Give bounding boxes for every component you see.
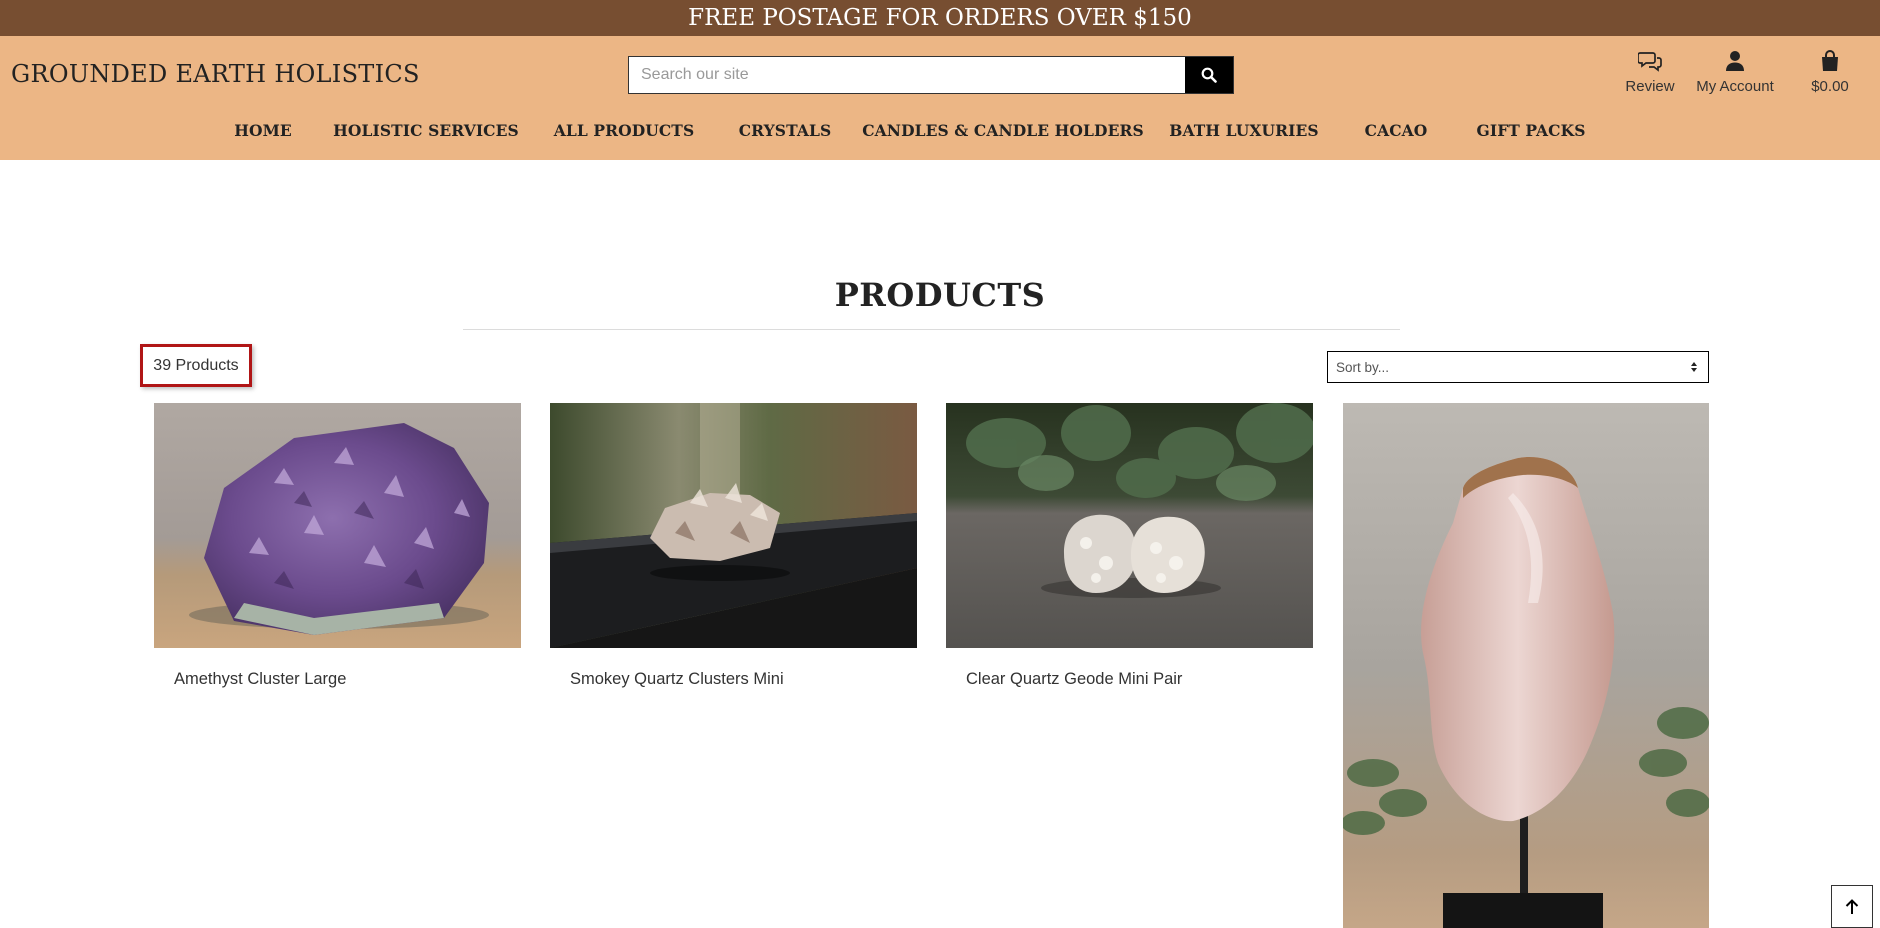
main-nav: HOME HOLISTIC SERVICES ALL PRODUCTS CRYS… bbox=[0, 121, 1880, 151]
nav-cacao[interactable]: CACAO bbox=[1365, 121, 1428, 140]
site-logo[interactable]: GROUNDED EARTH HOLISTICS bbox=[11, 60, 420, 88]
review-label: Review bbox=[1625, 78, 1675, 95]
product-image-amethyst[interactable] bbox=[154, 403, 521, 648]
site-header: GROUNDED EARTH HOLISTICS Review My Accou… bbox=[0, 36, 1880, 160]
back-to-top-button[interactable] bbox=[1831, 885, 1873, 928]
sort-selected-value: Sort by... bbox=[1336, 359, 1390, 375]
arrow-up-icon bbox=[1845, 898, 1859, 914]
product-image-clear-quartz-geode[interactable] bbox=[946, 403, 1313, 648]
account-link[interactable]: My Account bbox=[1685, 50, 1785, 95]
shopping-bag-icon bbox=[1822, 50, 1838, 71]
nav-gift-packs[interactable]: GIFT PACKS bbox=[1477, 121, 1586, 140]
product-count: 39 Products bbox=[140, 344, 252, 387]
product-name[interactable]: Clear Quartz Geode Mini Pair bbox=[946, 670, 1313, 689]
announcement-text: FREE POSTAGE FOR ORDERS OVER $150 bbox=[688, 5, 1192, 31]
review-link[interactable]: Review bbox=[1618, 50, 1682, 95]
account-label: My Account bbox=[1696, 78, 1774, 95]
nav-crystals[interactable]: CRYSTALS bbox=[739, 121, 832, 140]
product-name[interactable]: Amethyst Cluster Large bbox=[154, 670, 521, 689]
search-button[interactable] bbox=[1185, 57, 1233, 93]
product-card[interactable]: Smokey Quartz Clusters Mini bbox=[550, 403, 917, 689]
search-form bbox=[628, 56, 1234, 94]
nav-bath-luxuries[interactable]: BATH LUXURIES bbox=[1169, 121, 1318, 140]
announcement-bar: FREE POSTAGE FOR ORDERS OVER $150 bbox=[0, 0, 1880, 36]
product-name[interactable]: Smokey Quartz Clusters Mini bbox=[550, 670, 917, 689]
title-divider bbox=[463, 329, 1400, 330]
product-image-smokey-quartz[interactable] bbox=[550, 403, 917, 648]
product-image-pink-amethyst-slab[interactable] bbox=[1343, 403, 1709, 928]
search-icon bbox=[1201, 67, 1217, 83]
select-arrows-icon bbox=[1691, 362, 1697, 372]
user-icon bbox=[1726, 51, 1744, 71]
sort-select[interactable]: Sort by... bbox=[1327, 351, 1709, 383]
product-card[interactable]: Amethyst Cluster Large bbox=[154, 403, 521, 689]
nav-candles[interactable]: CANDLES & CANDLE HOLDERS bbox=[862, 121, 1144, 140]
cart-total: $0.00 bbox=[1811, 78, 1849, 95]
nav-holistic-services[interactable]: HOLISTIC SERVICES bbox=[333, 121, 519, 140]
search-input[interactable] bbox=[629, 57, 1185, 93]
cart-link[interactable]: $0.00 bbox=[1800, 50, 1860, 95]
product-card[interactable]: Clear Quartz Geode Mini Pair bbox=[946, 403, 1313, 689]
nav-home[interactable]: HOME bbox=[234, 121, 292, 140]
chat-icon bbox=[1638, 52, 1662, 72]
page-title: PRODUCTS bbox=[834, 276, 1046, 314]
nav-all-products[interactable]: ALL PRODUCTS bbox=[554, 121, 694, 140]
